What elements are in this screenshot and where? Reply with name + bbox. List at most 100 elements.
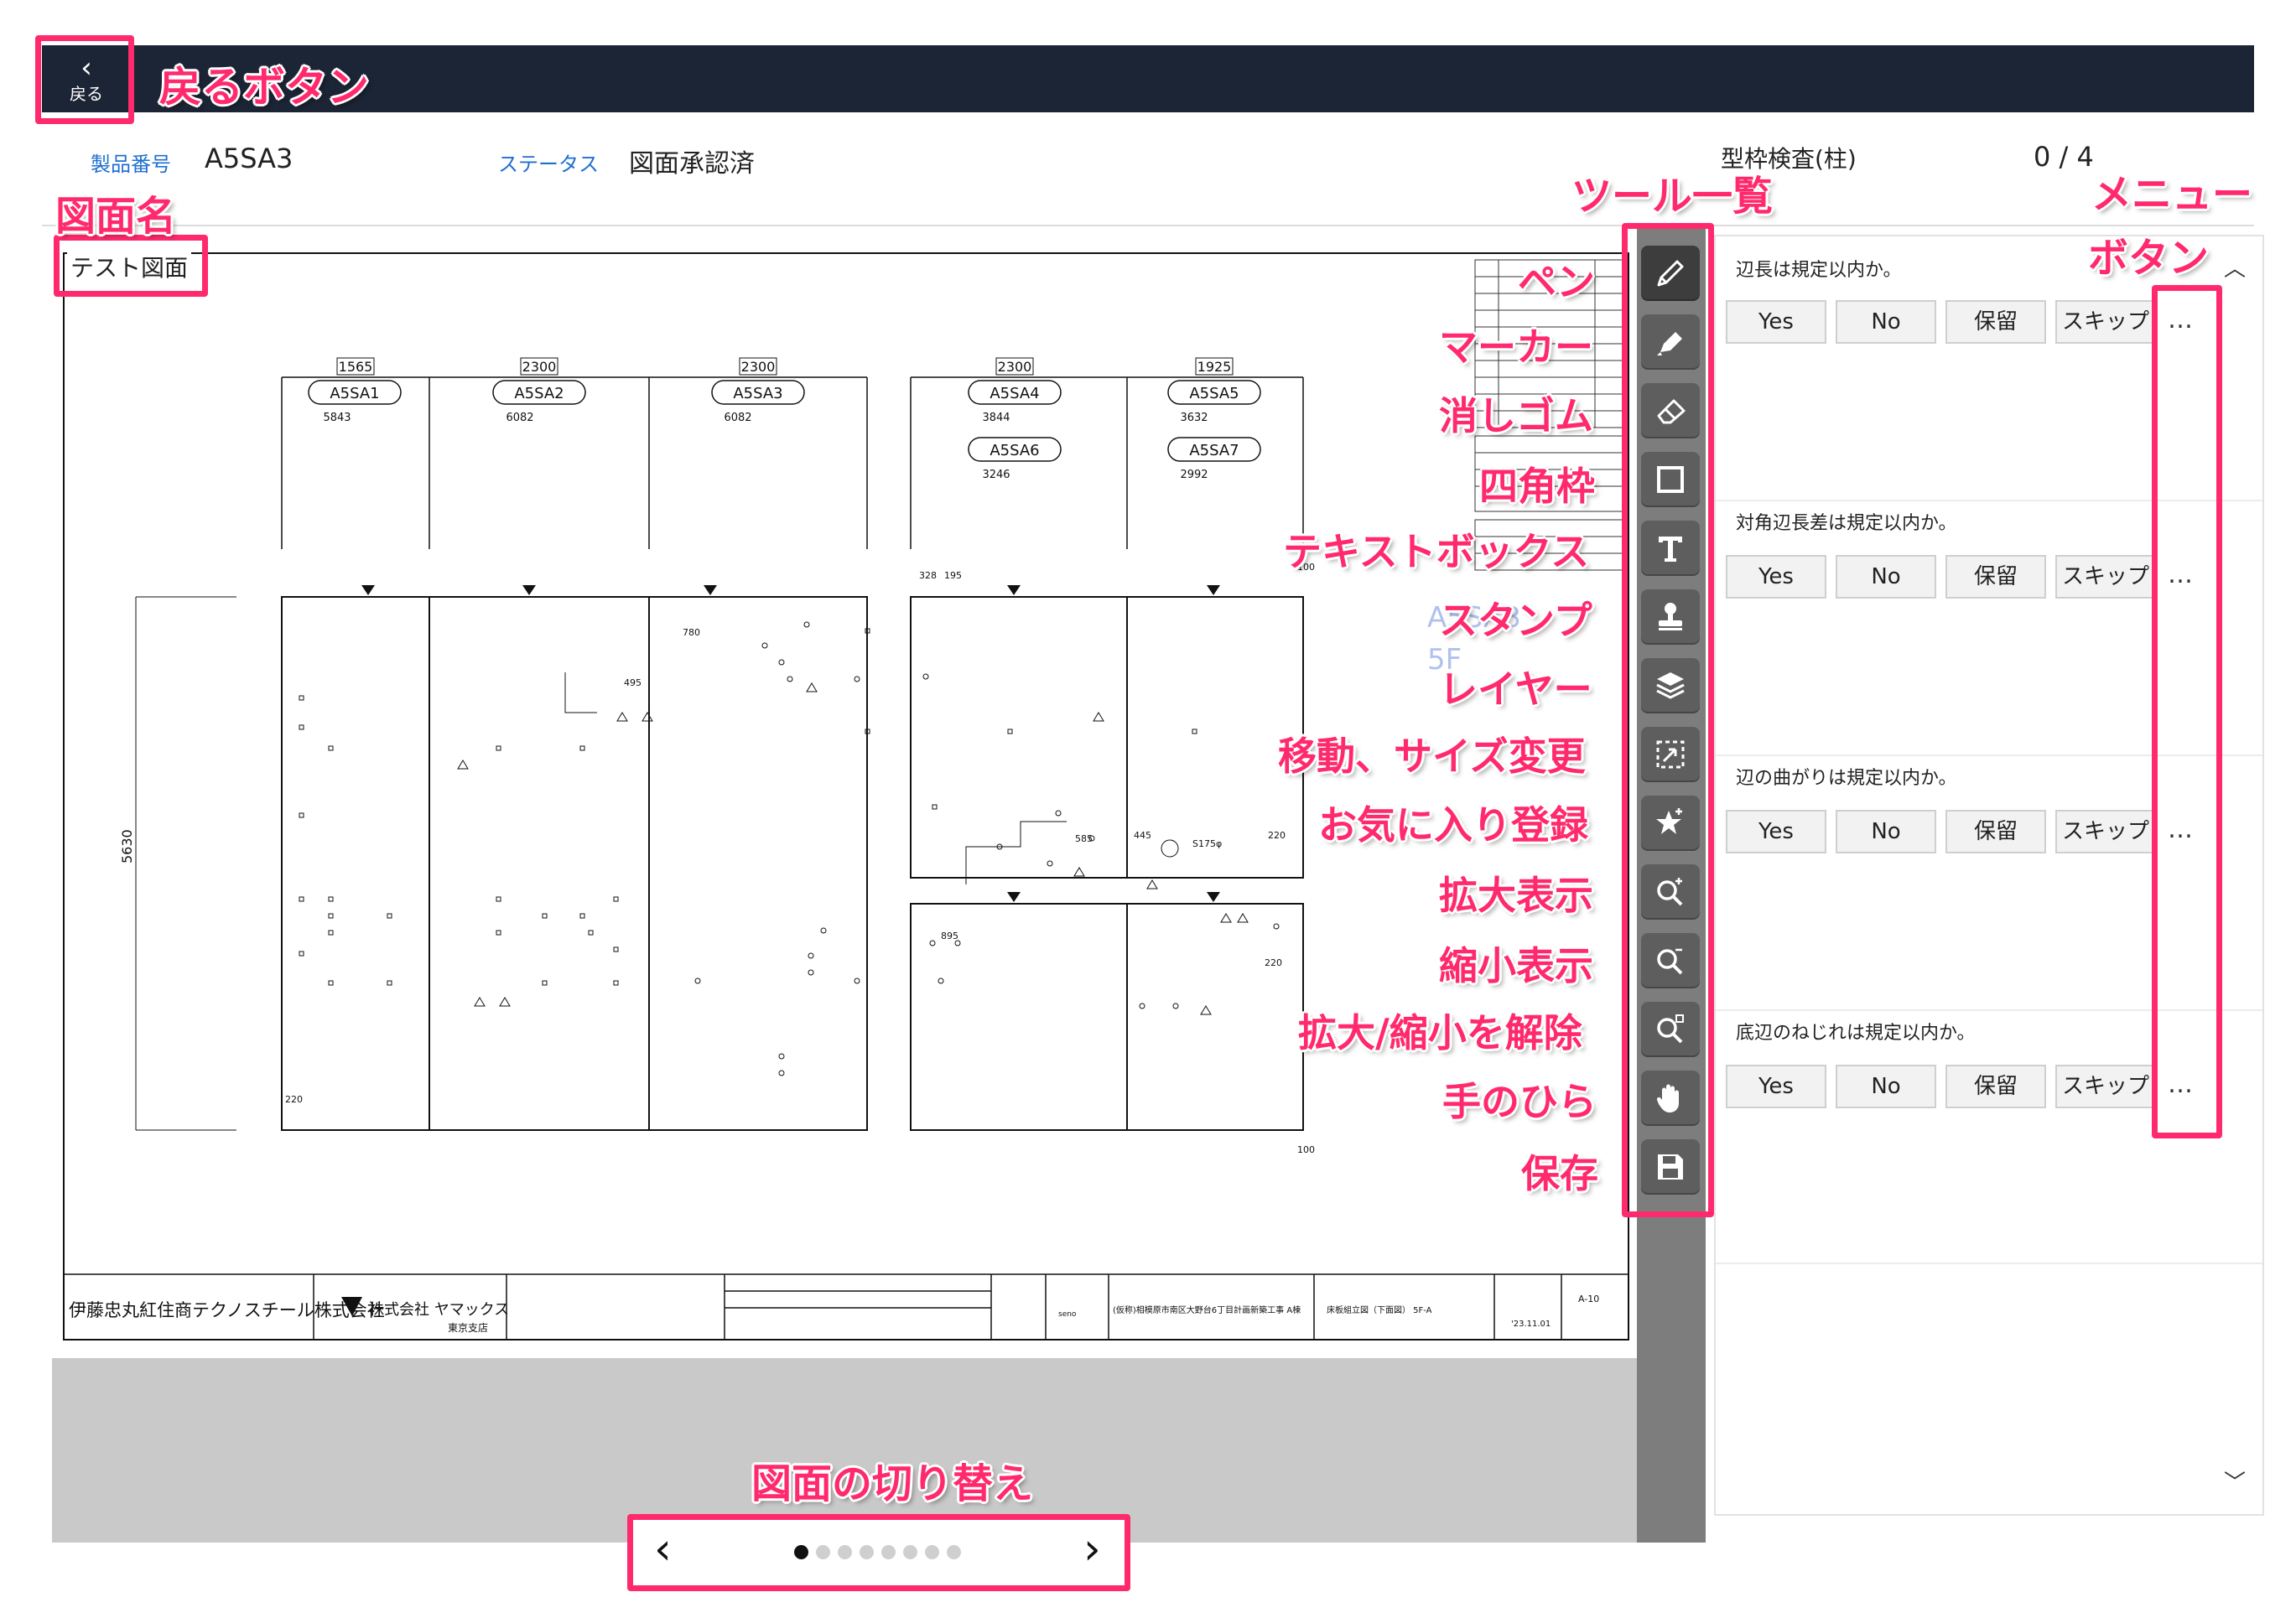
svg-text:東京支店: 東京支店 xyxy=(448,1322,488,1334)
checklist-question-1: 辺長は規定以内か。 xyxy=(1736,260,1902,281)
svg-text:S175φ: S175φ xyxy=(1192,838,1222,849)
progress-counter: 0 / 4 xyxy=(2034,141,2094,173)
annotation-zoom-out: 縮小表示 xyxy=(1439,943,1593,988)
product-number-value: A5SA3 xyxy=(205,143,293,174)
svg-text:5843: 5843 xyxy=(323,412,351,424)
status-label: ステータス xyxy=(498,153,599,176)
title-project: (仮称)相模原市南区大野台6丁目計画新築工事 A棟 xyxy=(1113,1304,1301,1315)
scroll-down-icon[interactable]: ﹀ xyxy=(2224,1465,2246,1496)
hold-button-4[interactable]: 保留 xyxy=(1945,1065,2046,1108)
svg-text:1565: 1565 xyxy=(339,359,373,375)
annotation-textbox: テキストボックス xyxy=(1283,529,1590,574)
annotation-layer: レイヤー xyxy=(1439,666,1592,712)
annotation-drawing-switch: 図面の切り替え xyxy=(751,1460,1034,1507)
pager-highlight xyxy=(627,1514,1130,1591)
annotation-eraser: 消しゴム xyxy=(1439,393,1593,438)
annotation-favorite: お気に入り登録 xyxy=(1318,802,1588,848)
svg-text:780: 780 xyxy=(683,627,700,638)
annotation-menu-line2: ボタン xyxy=(2088,235,2210,282)
svg-text:A5SA1: A5SA1 xyxy=(330,385,379,402)
svg-text:3632: 3632 xyxy=(1180,412,1208,424)
svg-text:2300: 2300 xyxy=(522,359,557,375)
svg-text:株式会社 ヤマックス: 株式会社 ヤマックス xyxy=(369,1301,509,1319)
skip-button-3[interactable]: スキップ xyxy=(2055,810,2156,853)
svg-text:2992: 2992 xyxy=(1180,469,1208,481)
svg-text:A5SA4: A5SA4 xyxy=(990,385,1039,402)
annotation-marker: マーカー xyxy=(1439,324,1593,370)
svg-text:6082: 6082 xyxy=(506,412,533,424)
no-button-4[interactable]: No xyxy=(1836,1065,1936,1108)
svg-text:895: 895 xyxy=(941,931,958,941)
annotation-zoom-reset: 拡大/縮小を解除 xyxy=(1298,1010,1582,1055)
skip-button-2[interactable]: スキップ xyxy=(2055,555,2156,599)
svg-text:A5SA6: A5SA6 xyxy=(990,442,1039,459)
hold-button-2[interactable]: 保留 xyxy=(1945,555,2046,599)
menu-button-highlight xyxy=(2152,285,2222,1138)
tool-list-highlight xyxy=(1622,223,1714,1217)
annotation-drawing-name: 図面名 xyxy=(55,193,177,240)
plan-small-labels: 328 195 780 495 585 445 S175φ 220 895 220 220 1… xyxy=(285,562,1315,1155)
svg-text:6082: 6082 xyxy=(724,412,751,424)
svg-text:3246: 3246 xyxy=(982,469,1010,481)
yes-button-3[interactable]: Yes xyxy=(1726,810,1826,853)
annotation-menu-line1: メニュー xyxy=(2091,171,2253,218)
status-value: 図面承認済 xyxy=(629,149,755,179)
dimension-labels: 1565 2300 2300 2300 1925 xyxy=(336,357,1234,376)
back-button-highlight xyxy=(35,35,134,124)
svg-text:195: 195 xyxy=(944,570,962,581)
support-markers xyxy=(361,585,1220,902)
skip-button-1[interactable]: スキップ xyxy=(2055,300,2156,344)
hold-button-3[interactable]: 保留 xyxy=(1945,810,2046,853)
annotation-stamp: スタンプ xyxy=(1439,598,1592,643)
svg-text:A5SA5: A5SA5 xyxy=(1189,385,1239,402)
checklist-question-4: 底辺のねじれは規定以内か。 xyxy=(1736,1023,1976,1044)
svg-text:495: 495 xyxy=(624,677,642,688)
no-button-1[interactable]: No xyxy=(1836,300,1936,344)
scroll-up-icon[interactable]: ︿ xyxy=(2224,252,2246,283)
drawing-name-highlight xyxy=(54,235,208,297)
pillar-tags: A5SA1 5843 A5SA2 6082 A5SA3 6082 A5SA4 3… xyxy=(308,380,1261,481)
annotation-save: 保存 xyxy=(1521,1151,1598,1196)
svg-text:100: 100 xyxy=(1297,1144,1315,1155)
svg-text:1925: 1925 xyxy=(1197,359,1232,375)
annotation-tool-list: ツール一覧 xyxy=(1571,173,1774,220)
annotation-zoom-in: 拡大表示 xyxy=(1439,873,1593,918)
annotation-hand: 手のひら xyxy=(1442,1079,1597,1124)
slab-plan xyxy=(135,596,1304,1131)
hold-button-1[interactable]: 保留 xyxy=(1945,300,2046,344)
svg-text:328: 328 xyxy=(919,570,937,581)
title-drawing-no: A-10 xyxy=(1578,1294,1599,1304)
product-number-label: 製品番号 xyxy=(91,153,171,176)
svg-text:A5SA7: A5SA7 xyxy=(1189,442,1239,459)
no-button-3[interactable]: No xyxy=(1836,810,1936,853)
top-navigation-bar xyxy=(42,45,2254,112)
title-drawing-name: 床板組立図（下面図） 5F-A xyxy=(1327,1304,1432,1315)
svg-text:220: 220 xyxy=(285,1094,303,1105)
no-button-2[interactable]: No xyxy=(1836,555,1936,599)
skip-button-4[interactable]: スキップ xyxy=(2055,1065,2156,1108)
annotation-back-button: 戻るボタン xyxy=(159,63,369,111)
svg-text:2300: 2300 xyxy=(741,359,776,375)
svg-text:220: 220 xyxy=(1265,957,1282,968)
svg-text:A5SA3: A5SA3 xyxy=(733,385,782,402)
yes-button-4[interactable]: Yes xyxy=(1726,1065,1826,1108)
plan-symbols xyxy=(299,621,1280,1076)
svg-text:3844: 3844 xyxy=(982,412,1010,424)
info-panel xyxy=(42,112,2254,226)
annotation-pen: ペン xyxy=(1518,259,1595,304)
svg-text:585: 585 xyxy=(1075,833,1093,844)
drawing-canvas[interactable]: 1565 2300 2300 2300 1925 A5SA1 5843 A5SA… xyxy=(52,226,1637,1358)
yes-button-2[interactable]: Yes xyxy=(1726,555,1826,599)
title-company: 伊藤忠丸紅住商テクノスチール株式会社 xyxy=(69,1300,385,1320)
annotation-rectangle: 四角枠 xyxy=(1479,464,1595,509)
left-dimension: 5630 xyxy=(119,829,135,863)
title-date: '23.11.01 xyxy=(1511,1320,1551,1329)
svg-text:A5SA2: A5SA2 xyxy=(514,385,564,402)
annotation-move-resize: 移動、サイズ変更 xyxy=(1278,734,1586,779)
checklist-question-3: 辺の曲がりは規定以内か。 xyxy=(1736,768,1957,789)
divider xyxy=(1716,1263,2262,1264)
title-seno: seno xyxy=(1058,1310,1077,1319)
svg-text:220: 220 xyxy=(1268,830,1286,841)
svg-text:2300: 2300 xyxy=(998,359,1032,375)
yes-button-1[interactable]: Yes xyxy=(1726,300,1826,344)
